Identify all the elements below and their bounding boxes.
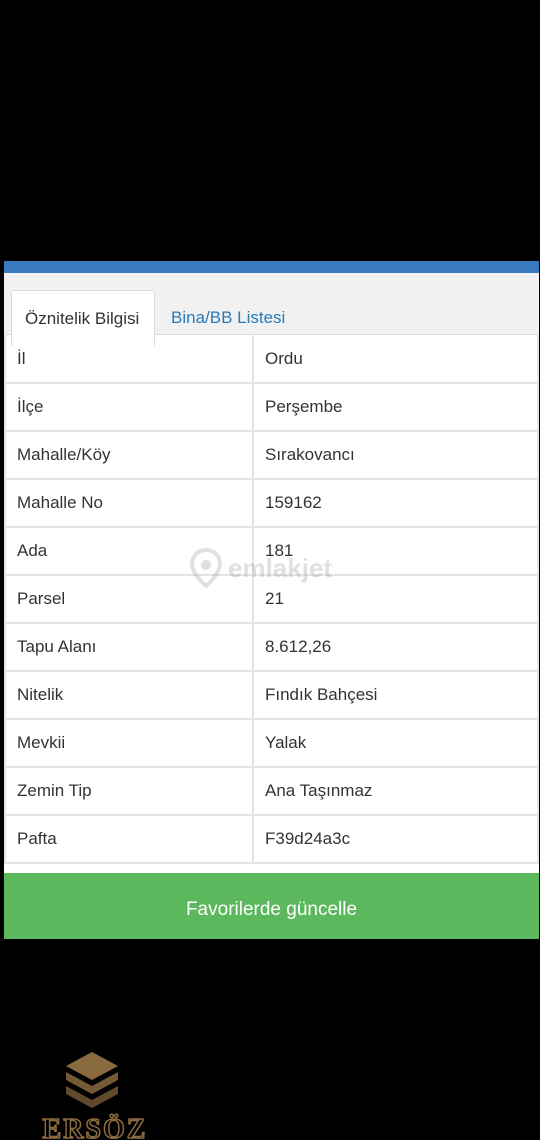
- table-row: Zemin Tip Ana Taşınmaz: [4, 766, 539, 816]
- ersoz-logo: ERSÖZ: [42, 1052, 148, 1140]
- panel-header-bar: [4, 261, 539, 273]
- location-pin-icon: [190, 548, 222, 588]
- row-value: 159162: [252, 478, 539, 528]
- table-row: Mevkii Yalak: [4, 718, 539, 768]
- row-key: Nitelik: [4, 670, 254, 720]
- tab-bar: Öznitelik Bilgisi Bina/BB Listesi: [4, 273, 539, 346]
- row-value: Yalak: [252, 718, 539, 768]
- table-row: Mahalle No 159162: [4, 478, 539, 528]
- tab-attribute-info[interactable]: Öznitelik Bilgisi: [11, 290, 155, 346]
- row-key: Tapu Alanı: [4, 622, 254, 672]
- svg-text:ERSÖZ: ERSÖZ: [43, 1114, 148, 1140]
- row-key: Mahalle/Köy: [4, 430, 254, 480]
- row-key: Zemin Tip: [4, 766, 254, 816]
- stacked-layers-icon: [66, 1052, 118, 1108]
- row-key: İlçe: [4, 382, 254, 432]
- row-value: 8.612,26: [252, 622, 539, 672]
- row-value: F39d24a3c: [252, 814, 539, 864]
- row-value: Perşembe: [252, 382, 539, 432]
- watermark-text: emlakjet: [228, 552, 333, 583]
- row-key: Mahalle No: [4, 478, 254, 528]
- attribute-table: İl Ordu İlçe Perşembe Mahalle/Köy Sırakovan…: [4, 335, 539, 864]
- row-key: Pafta: [4, 814, 254, 864]
- emlakjet-watermark: emlakjet: [190, 548, 332, 588]
- table-row: Pafta F39d24a3c: [4, 814, 539, 864]
- row-value: Fındık Bahçesi: [252, 670, 539, 720]
- row-value: Ana Taşınmaz: [252, 766, 539, 816]
- table-row: Mahalle/Köy Sırakovancı: [4, 430, 539, 480]
- table-row: Tapu Alanı 8.612,26: [4, 622, 539, 672]
- tab-building-list[interactable]: Bina/BB Listesi: [158, 290, 298, 346]
- parcel-info-panel: Öznitelik Bilgisi Bina/BB Listesi İl Ordu…: [4, 261, 539, 939]
- row-value: Sırakovancı: [252, 430, 539, 480]
- row-key: Mevkii: [4, 718, 254, 768]
- table-row: Nitelik Fındık Bahçesi: [4, 670, 539, 720]
- update-favorites-button[interactable]: Favorilerde güncelle: [4, 873, 539, 939]
- table-row: İlçe Perşembe: [4, 382, 539, 432]
